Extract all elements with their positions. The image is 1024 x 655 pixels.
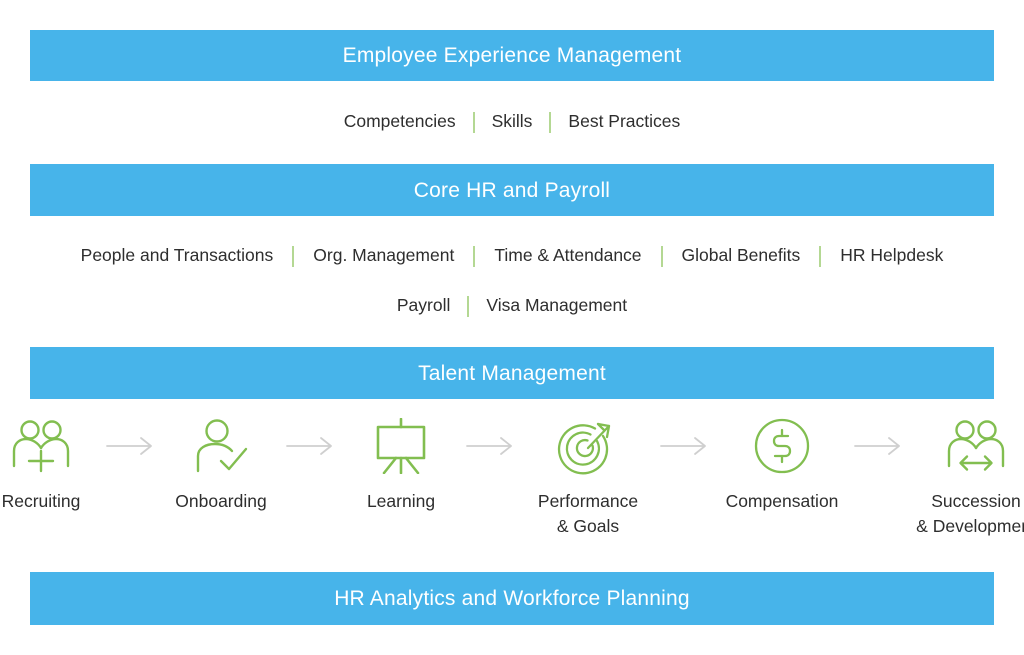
easel-board-icon — [370, 415, 432, 477]
pipeline-stage-compensation[interactable]: Compensation — [716, 415, 848, 514]
pipeline-stage-label: Recruiting — [1, 491, 81, 511]
pipeline-stage-label: Onboarding — [175, 491, 267, 511]
pipeline-stage-performance-goals[interactable]: Performance & Goals — [522, 415, 654, 540]
item-hr-helpdesk: HR Helpdesk — [840, 245, 944, 266]
pipeline-stage-label: Compensation — [725, 491, 839, 511]
item-time-and-attendance: Time & Attendance — [494, 245, 642, 266]
item-row-employee-experience: Competencies Skills Best Practices — [30, 109, 994, 135]
pipeline-stage-learning[interactable]: Learning — [342, 415, 460, 514]
separator-icon — [467, 295, 470, 317]
item-competencies: Competencies — [343, 111, 456, 132]
item-org-management: Org. Management — [313, 245, 455, 266]
pipeline-stage-label: Learning — [366, 491, 436, 511]
separator-icon — [549, 111, 552, 133]
item-row-core-hr-secondary: Payroll Visa Management — [30, 293, 994, 319]
pipeline-stage-succession-development[interactable]: Succession & Development — [910, 415, 1024, 540]
separator-icon — [472, 111, 475, 133]
hr-capability-diagram: Employee Experience Management Competenc… — [0, 0, 1024, 655]
section-title-talent-management: Talent Management — [418, 361, 606, 385]
item-people-and-transactions: People and Transactions — [80, 245, 274, 266]
section-banner-talent-management: Talent Management — [30, 347, 994, 399]
person-check-icon — [189, 415, 253, 477]
item-skills: Skills — [491, 111, 533, 132]
item-row-core-hr-primary: People and Transactions Org. Management … — [30, 243, 994, 269]
section-title-core-hr: Core HR and Payroll — [413, 178, 611, 202]
pipeline-stage-label: Succession & Development — [916, 491, 1024, 537]
item-best-practices: Best Practices — [568, 111, 681, 132]
section-banner-core-hr: Core HR and Payroll — [30, 164, 994, 216]
two-people-arrows-icon — [944, 415, 1008, 477]
dollar-circle-icon — [752, 415, 812, 477]
arrow-right-icon — [100, 415, 162, 477]
item-visa-management: Visa Management — [486, 295, 628, 316]
section-banner-employee-experience: Employee Experience Management — [30, 30, 994, 81]
separator-icon — [660, 245, 663, 267]
section-title-employee-experience: Employee Experience Management — [342, 44, 682, 67]
talent-pipeline: Recruiting Onboarding Learning Performan… — [2, 415, 1024, 550]
pipeline-stage-recruiting[interactable]: Recruiting — [0, 415, 100, 514]
arrow-right-icon — [280, 415, 342, 477]
pipeline-stage-onboarding[interactable]: Onboarding — [162, 415, 280, 514]
item-payroll: Payroll — [396, 295, 451, 316]
arrow-right-icon — [848, 415, 910, 477]
target-arrow-icon — [557, 415, 619, 477]
item-global-benefits: Global Benefits — [681, 245, 801, 266]
separator-icon — [819, 245, 822, 267]
separator-icon — [292, 245, 295, 267]
arrow-right-icon — [654, 415, 716, 477]
section-title-hr-analytics: HR Analytics and Workforce Planning — [334, 587, 690, 610]
arrow-right-icon — [460, 415, 522, 477]
two-people-plus-icon — [9, 415, 73, 477]
section-banner-hr-analytics: HR Analytics and Workforce Planning — [30, 572, 994, 625]
separator-icon — [473, 245, 476, 267]
pipeline-stage-label: Performance & Goals — [537, 491, 639, 537]
